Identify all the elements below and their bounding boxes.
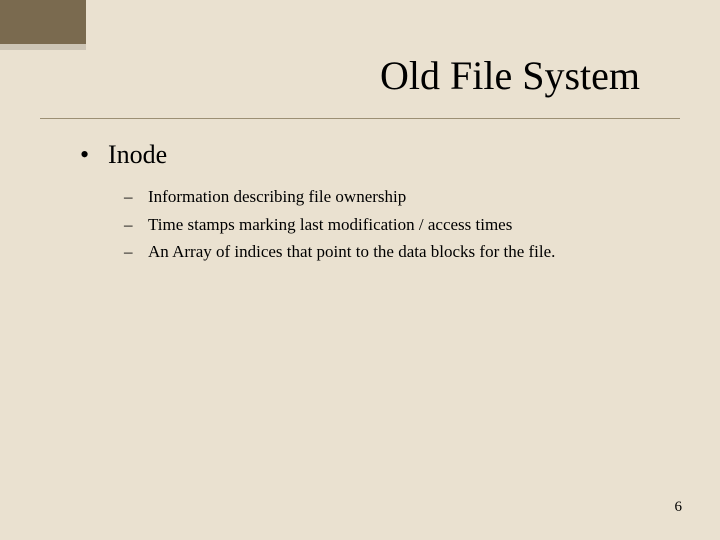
title-underline xyxy=(40,118,680,119)
corner-accent-shadow xyxy=(0,44,86,50)
bullet-level2: – Time stamps marking last modification … xyxy=(124,212,660,238)
slide-content: • Inode – Information describing file ow… xyxy=(80,140,660,267)
page-number: 6 xyxy=(675,499,683,516)
bullet-level1-text: Inode xyxy=(108,140,167,170)
bullet-level2: – An Array of indices that point to the … xyxy=(124,239,660,265)
bullet-dash-icon: – xyxy=(124,212,148,238)
bullet-dash-icon: – xyxy=(124,239,148,265)
bullet-level2: – Information describing file ownership xyxy=(124,184,660,210)
bullet-level2-text: Information describing file ownership xyxy=(148,184,406,210)
bullet-level2-text: Time stamps marking last modification / … xyxy=(148,212,512,238)
bullet-dash-icon: – xyxy=(124,184,148,210)
bullet-level2-text: An Array of indices that point to the da… xyxy=(148,239,555,265)
sub-bullet-list: – Information describing file ownership … xyxy=(124,184,660,265)
bullet-dot-icon: • xyxy=(80,140,108,170)
slide-title: Old File System xyxy=(0,52,640,99)
corner-accent xyxy=(0,0,86,44)
slide: Old File System • Inode – Information de… xyxy=(0,0,720,540)
bullet-level1: • Inode xyxy=(80,140,660,170)
